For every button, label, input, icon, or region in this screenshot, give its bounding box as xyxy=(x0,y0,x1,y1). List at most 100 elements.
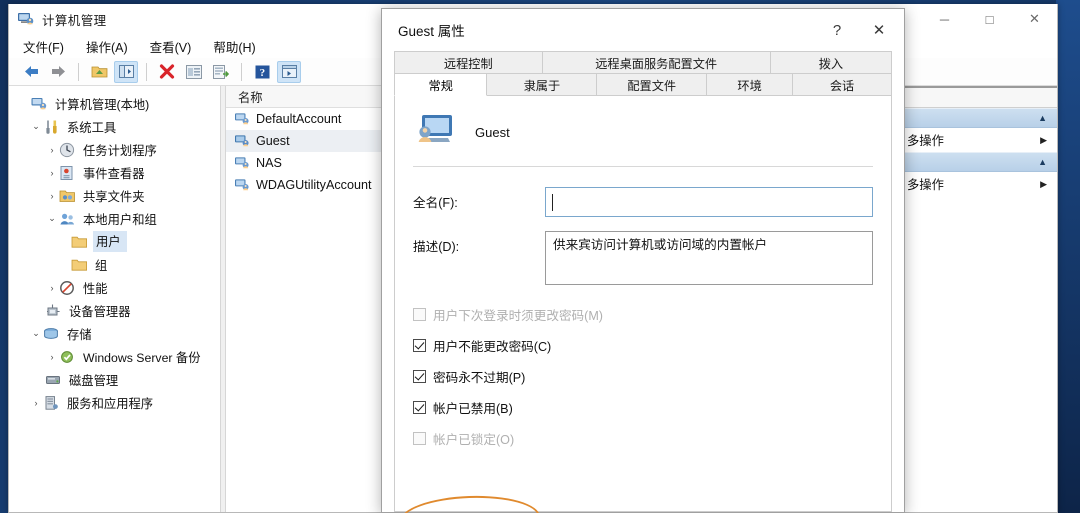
properties-icon[interactable] xyxy=(182,61,206,83)
show-action-pane-icon[interactable] xyxy=(277,60,301,83)
twisty-down-icon[interactable]: ⌄ xyxy=(29,121,43,132)
computer-management-icon xyxy=(31,96,48,112)
checkbox-box[interactable] xyxy=(413,401,426,414)
storage-icon xyxy=(43,326,60,342)
action-more-actions[interactable]: 多操作 ▶ xyxy=(895,172,1057,196)
dialog-title: Guest 属性 xyxy=(398,24,465,39)
description-input[interactable]: 供来宾访问计算机或访问域的内置帐户 xyxy=(545,231,873,285)
fullname-input[interactable] xyxy=(545,187,873,217)
up-folder-icon[interactable] xyxy=(87,61,111,83)
checkbox-box[interactable] xyxy=(413,339,426,352)
actions-group-header[interactable]: ▲ xyxy=(895,152,1057,172)
checkbox-label: 用户不能更改密码(C) xyxy=(433,340,552,354)
twisty-down-icon[interactable]: ⌄ xyxy=(29,328,43,339)
help-button[interactable]: ? xyxy=(816,15,858,45)
action-more-actions[interactable]: 多操作 ▶ xyxy=(895,128,1057,152)
menu-view[interactable]: 查看(V) xyxy=(150,37,192,56)
twisty-right-icon[interactable]: › xyxy=(45,283,59,293)
tab-remote-control[interactable]: 远程控制 xyxy=(394,51,543,74)
tree-item-groups[interactable]: 组 xyxy=(9,253,220,276)
checkbox-box[interactable] xyxy=(413,370,426,383)
back-icon[interactable] xyxy=(19,61,43,83)
user-icon xyxy=(234,155,251,171)
checkbox-label: 帐户已锁定(O) xyxy=(433,433,515,447)
maximize-button[interactable]: □ xyxy=(967,4,1012,34)
export-list-icon[interactable] xyxy=(209,61,233,83)
caret-up-icon[interactable]: ▲ xyxy=(1038,113,1047,123)
help-icon[interactable]: ? xyxy=(250,61,274,83)
menu-action[interactable]: 操作(A) xyxy=(86,37,128,56)
tree-item-label: 共享文件夹 xyxy=(83,189,145,204)
tab-environment[interactable]: 环境 xyxy=(707,73,794,96)
tree-item-label: 组 xyxy=(95,258,108,273)
shared-folders-icon xyxy=(59,188,76,204)
performance-icon xyxy=(59,280,76,296)
checkbox-box[interactable] xyxy=(413,308,426,321)
checkbox-label: 密码永不过期(P) xyxy=(433,371,526,385)
column-header-name: 名称 xyxy=(238,90,263,105)
checkbox-must-change-password[interactable]: 用户下次登录时须更改密码(M) xyxy=(413,299,873,330)
annotation-ellipse-account-disabled xyxy=(399,493,541,513)
tree-item-label: 存储 xyxy=(67,327,92,342)
navigation-tree[interactable]: 计算机管理(本地) ⌄ 系统工具 › 任务计划程序 › 事件查看器 › 共享文件… xyxy=(9,86,221,512)
caret-up-icon[interactable]: ▲ xyxy=(1038,157,1047,167)
tree-item-event-viewer[interactable]: › 事件查看器 xyxy=(9,161,220,184)
checkbox-account-locked[interactable]: 帐户已锁定(O) xyxy=(413,423,873,454)
tree-item-label: 服务和应用程序 xyxy=(67,396,154,411)
tab-sessions[interactable]: 会话 xyxy=(793,73,892,96)
tab-row-primary: 常规 隶属于 配置文件 环境 会话 xyxy=(394,73,892,96)
tab-dial-in[interactable]: 拨入 xyxy=(770,51,892,74)
show-hide-tree-icon[interactable] xyxy=(114,60,138,83)
caret-right-icon: ▶ xyxy=(1040,178,1047,189)
tab-profile[interactable]: 配置文件 xyxy=(597,73,708,96)
fullname-row: 全名(F): xyxy=(413,187,873,217)
text-caret xyxy=(552,194,553,211)
account-options: 用户下次登录时须更改密码(M) 用户不能更改密码(C) 密码永不过期(P) 帐户… xyxy=(413,299,873,454)
tab-row-secondary: 远程控制 远程桌面服务配置文件 拨入 xyxy=(394,51,892,74)
checkbox-label: 用户下次登录时须更改密码(M) xyxy=(433,309,604,323)
twisty-right-icon[interactable]: › xyxy=(29,398,43,408)
dialog-close-button[interactable]: ✕ xyxy=(858,15,900,45)
task-scheduler-icon xyxy=(59,142,76,158)
twisty-right-icon[interactable]: › xyxy=(45,145,59,155)
tree-item-performance[interactable]: › 性能 xyxy=(9,276,220,299)
actions-group-header[interactable]: ▲ xyxy=(895,108,1057,128)
checkbox-account-disabled[interactable]: 帐户已禁用(B) xyxy=(413,392,873,423)
dialog-tabs: 远程控制 远程桌面服务配置文件 拨入 常规 隶属于 配置文件 环境 会话 xyxy=(382,51,904,96)
minimize-button[interactable]: ─ xyxy=(922,4,967,34)
twisty-right-icon[interactable]: › xyxy=(45,191,59,201)
tree-item-windows-server-backup[interactable]: › Windows Server 备份 xyxy=(9,345,220,368)
tree-item-label: 计算机管理(本地) xyxy=(55,97,150,112)
tree-item-storage[interactable]: ⌄ 存储 xyxy=(9,322,220,345)
tab-member-of[interactable]: 隶属于 xyxy=(487,73,598,96)
tree-item-disk-management[interactable]: 磁盘管理 xyxy=(9,368,220,391)
checkbox-box[interactable] xyxy=(413,432,426,445)
forward-icon[interactable] xyxy=(46,61,70,83)
tree-item-local-users-groups[interactable]: ⌄ 本地用户和组 xyxy=(9,207,220,230)
tree-item-computer-management[interactable]: 计算机管理(本地) xyxy=(9,92,220,115)
toolbar-separator xyxy=(78,62,79,81)
dialog-controls: ? ✕ xyxy=(816,9,900,51)
tab-general[interactable]: 常规 xyxy=(394,73,488,96)
twisty-right-icon[interactable]: › xyxy=(45,168,59,178)
delete-icon[interactable] xyxy=(155,61,179,83)
tree-item-device-manager[interactable]: 设备管理器 xyxy=(9,299,220,322)
menu-file[interactable]: 文件(F) xyxy=(23,37,64,56)
tree-item-services-and-applications[interactable]: › 服务和应用程序 xyxy=(9,391,220,414)
tree-item-system-tools[interactable]: ⌄ 系统工具 xyxy=(9,115,220,138)
tree-item-task-scheduler[interactable]: › 任务计划程序 xyxy=(9,138,220,161)
list-item-label: NAS xyxy=(256,156,282,170)
account-name: Guest xyxy=(475,124,510,140)
window-controls: ─ □ ✕ xyxy=(922,4,1057,34)
tree-item-users[interactable]: 用户 xyxy=(9,230,220,253)
tree-item-label: 磁盘管理 xyxy=(69,373,119,388)
tab-rds-profile[interactable]: 远程桌面服务配置文件 xyxy=(542,51,771,74)
twisty-right-icon[interactable]: › xyxy=(45,352,59,362)
checkbox-cannot-change-password[interactable]: 用户不能更改密码(C) xyxy=(413,330,873,361)
tree-item-label: 任务计划程序 xyxy=(83,143,157,158)
close-button[interactable]: ✕ xyxy=(1012,4,1057,34)
checkbox-password-never-expires[interactable]: 密码永不过期(P) xyxy=(413,361,873,392)
twisty-down-icon[interactable]: ⌄ xyxy=(45,213,59,224)
menu-help[interactable]: 帮助(H) xyxy=(213,37,255,56)
tree-item-shared-folders[interactable]: › 共享文件夹 xyxy=(9,184,220,207)
